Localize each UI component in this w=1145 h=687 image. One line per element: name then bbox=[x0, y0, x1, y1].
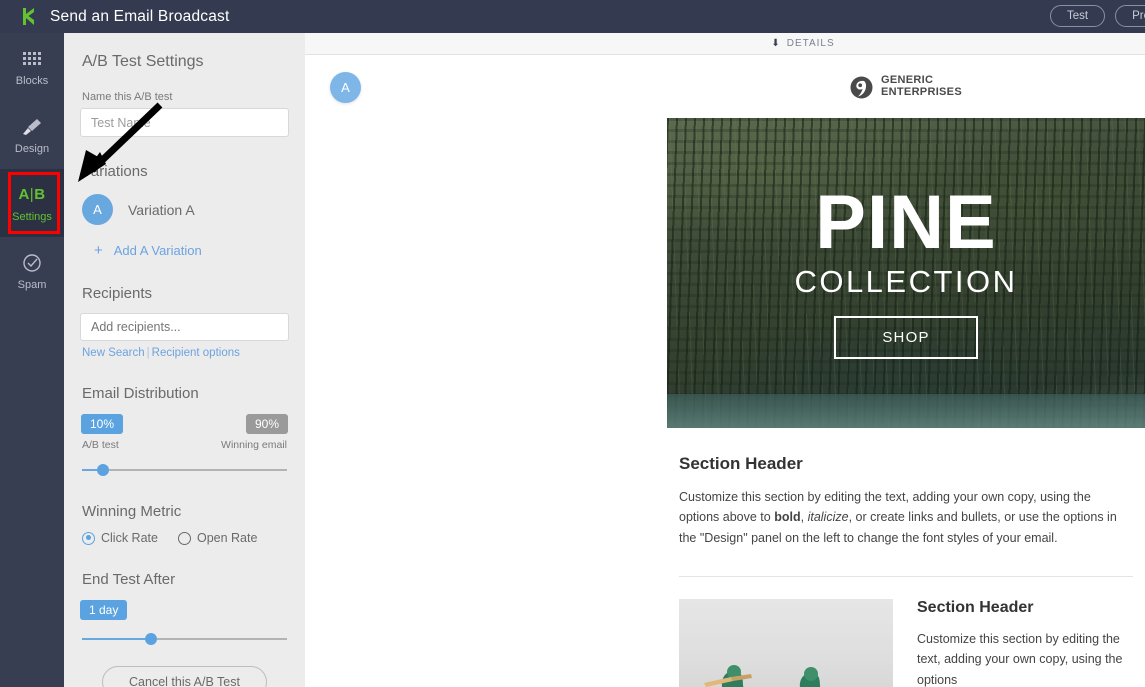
radio-click-rate-dot bbox=[82, 531, 95, 545]
generic-enterprises-logo-icon bbox=[850, 76, 873, 99]
end-test-duration-badge: 1 day bbox=[80, 600, 128, 620]
distribution-captions: A/B test Winning email bbox=[80, 439, 289, 451]
left-icon-rail: Blocks Design A|B Settings Spam bbox=[0, 33, 64, 687]
add-variation-button[interactable]: + Add A Variation bbox=[94, 242, 289, 259]
hero-subtitle: COLLECTION bbox=[794, 263, 1018, 299]
variation-a-label: Variation A bbox=[128, 201, 195, 218]
section-2-text-column: Section Header Customize this section by… bbox=[917, 599, 1133, 687]
end-test-slider[interactable] bbox=[80, 632, 289, 646]
section-2-header: Section Header bbox=[917, 598, 1034, 616]
hero-banner[interactable]: PINE COLLECTION SHOP bbox=[667, 118, 1145, 428]
klaviyo-k-icon[interactable] bbox=[14, 7, 44, 26]
distribution-winner-badge: 90% bbox=[245, 414, 288, 434]
ab-test-settings-panel: A/B Test Settings Name this A/B test Var… bbox=[64, 33, 305, 687]
test-name-input[interactable] bbox=[80, 108, 289, 137]
sidebar-item-blocks-label: Blocks bbox=[15, 74, 49, 87]
radio-click-rate-label: Click Rate bbox=[101, 531, 158, 545]
variation-a-row[interactable]: A Variation A bbox=[80, 194, 289, 225]
end-test-after-title: End Test After bbox=[82, 571, 176, 588]
distribution-winner-caption: Winning email bbox=[221, 439, 287, 451]
plus-icon: + bbox=[94, 242, 103, 259]
paintbrush-icon bbox=[21, 116, 43, 138]
check-circle-icon bbox=[22, 252, 42, 274]
email-section-2: Section Header Customize this section by… bbox=[667, 577, 1145, 687]
distribution-test-badge: 10% bbox=[81, 414, 124, 434]
sidebar-item-spam[interactable]: Spam bbox=[0, 237, 64, 305]
email-canvas: ⬇ DETAILS A GENERIC ENTERPRISES PINE COL… bbox=[305, 33, 1145, 687]
page-title: Send an Email Broadcast bbox=[50, 7, 230, 25]
section-1-header: Section Header bbox=[679, 454, 803, 473]
radio-click-rate[interactable]: Click Rate bbox=[82, 531, 158, 545]
email-section-1: Section Header Customize this section by… bbox=[667, 428, 1145, 577]
details-bar[interactable]: ⬇ DETAILS bbox=[305, 33, 1145, 55]
hero-content: PINE COLLECTION SHOP bbox=[667, 118, 1145, 428]
distribution-slider[interactable] bbox=[80, 463, 289, 477]
arrow-down-icon: ⬇ bbox=[771, 38, 781, 49]
shop-button[interactable]: SHOP bbox=[834, 315, 978, 359]
end-test-slider-fill bbox=[82, 638, 154, 640]
sidebar-item-design-label: Design bbox=[14, 142, 50, 155]
end-test-slider-knob[interactable] bbox=[145, 633, 158, 645]
sidebar-item-blocks[interactable]: Blocks bbox=[0, 33, 64, 101]
logo-wordmark: GENERIC ENTERPRISES bbox=[881, 75, 962, 98]
distribution-slider-knob[interactable] bbox=[96, 464, 109, 476]
email-distribution-title: Email Distribution bbox=[82, 385, 199, 402]
recipients-links: New Search | Recipient options bbox=[82, 347, 289, 359]
distribution-test-caption: A/B test bbox=[82, 439, 119, 451]
section-1-text: Customize this section by editing the te… bbox=[679, 487, 1133, 548]
cancel-ab-test-button[interactable]: Cancel this A/B Test bbox=[102, 666, 267, 687]
section-2-text: Customize this section by editing the te… bbox=[917, 631, 1123, 687]
variations-title: Variations bbox=[82, 163, 148, 180]
link-separator: | bbox=[146, 347, 150, 359]
top-bar: Send an Email Broadcast Test Pre bbox=[0, 0, 1145, 33]
logo-line-2: ENTERPRISES bbox=[881, 86, 962, 98]
winning-metric-options: Click Rate Open Rate bbox=[80, 531, 289, 545]
radio-open-rate-label: Open Rate bbox=[196, 531, 258, 545]
email-logo: GENERIC ENTERPRISES bbox=[667, 56, 1145, 118]
winning-metric-title: Winning Metric bbox=[82, 503, 182, 520]
section-1-text-part2: , bbox=[800, 510, 808, 525]
ab-test-icon: A|B bbox=[18, 186, 46, 203]
section-1-bold-word: bold bbox=[774, 510, 801, 525]
test-button[interactable]: Test bbox=[1050, 5, 1106, 27]
radio-open-rate[interactable]: Open Rate bbox=[177, 531, 258, 545]
hero-title: PINE bbox=[815, 180, 997, 266]
section-1-italic-word: italicize bbox=[807, 510, 849, 525]
variation-a-avatar: A bbox=[82, 194, 113, 225]
distribution-badges: 10% 90% bbox=[80, 414, 289, 434]
recipient-options-link[interactable]: Recipient options bbox=[152, 347, 240, 359]
sidebar-item-spam-label: Spam bbox=[17, 278, 47, 291]
details-label: DETAILS bbox=[786, 38, 835, 49]
radio-open-rate-dot bbox=[177, 531, 191, 545]
distribution-slider-track bbox=[82, 469, 287, 471]
topbar-actions: Test Pre bbox=[1050, 5, 1145, 27]
sidebar-item-settings-label: Settings bbox=[12, 210, 52, 223]
add-variation-label: Add A Variation bbox=[113, 243, 202, 258]
sidebar-item-design[interactable]: Design bbox=[0, 101, 64, 169]
grid-blocks-icon bbox=[23, 48, 41, 70]
canvas-variation-badge[interactable]: A bbox=[330, 72, 361, 103]
preview-button[interactable]: Pre bbox=[1115, 5, 1145, 27]
email-preview: GENERIC ENTERPRISES PINE COLLECTION SHOP… bbox=[667, 56, 1145, 687]
new-search-link[interactable]: New Search bbox=[82, 347, 145, 359]
recipients-input[interactable] bbox=[80, 313, 289, 341]
sidebar-item-settings[interactable]: A|B Settings bbox=[0, 169, 64, 237]
email-broadcast-editor: Send an Email Broadcast Test Pre Blocks … bbox=[0, 0, 1145, 687]
canoe-illustration bbox=[704, 664, 821, 687]
test-name-label: Name this A/B test bbox=[82, 91, 173, 103]
recipients-title: Recipients bbox=[82, 285, 153, 302]
panel-heading: A/B Test Settings bbox=[82, 53, 204, 70]
canoe-paddlers-image[interactable] bbox=[679, 598, 893, 687]
